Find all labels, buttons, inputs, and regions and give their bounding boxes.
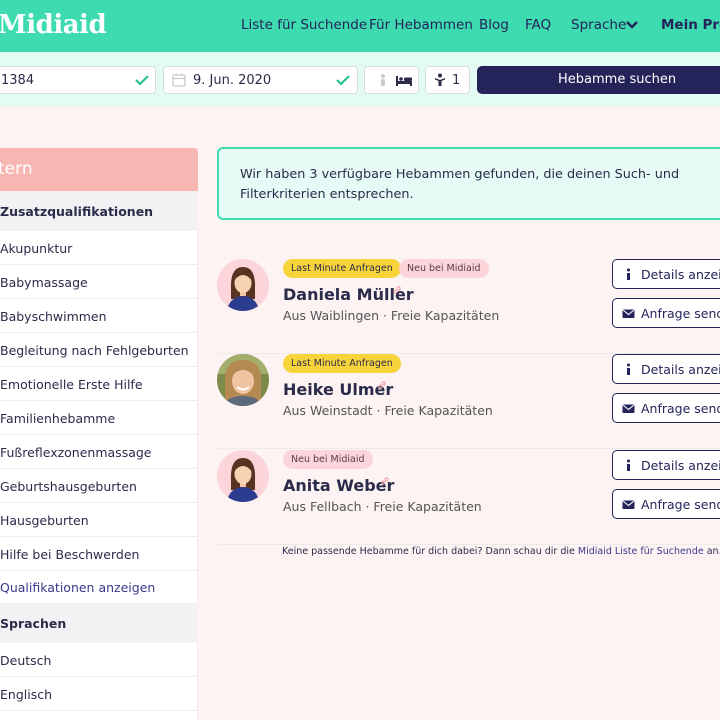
- filter-item-englisch[interactable]: Englisch: [0, 677, 198, 711]
- calendar-icon: [172, 73, 186, 87]
- filter-title: tern: [0, 159, 33, 179]
- filter-item-hausgeburten[interactable]: Hausgeburten: [0, 503, 198, 537]
- filter-item-hilfe-bei-beschwerden[interactable]: Hilfe bei Beschwerden: [0, 537, 198, 571]
- badge-last-minute: Last Minute Anfragen: [283, 259, 401, 278]
- midwife-location: Aus Waiblingen · Freie Kapazitäten: [283, 308, 500, 323]
- midwife-card-daniela-mueller: Last Minute Anfragen Neu bei Midiaid Dan…: [217, 259, 720, 354]
- badge-neu-bei-midiaid: Neu bei Midiaid: [283, 450, 373, 469]
- avatar[interactable]: [217, 354, 269, 406]
- badge-neu-bei-midiaid: Neu bei Midiaid: [399, 259, 489, 278]
- care-type-selector[interactable]: [364, 66, 419, 94]
- chevron-down-icon[interactable]: [626, 20, 638, 30]
- link-icon[interactable]: [392, 285, 402, 295]
- filter-item-begleitung-nach-fehlgeburten[interactable]: Begleitung nach Fehlgeburten: [0, 333, 198, 367]
- filter-header: tern: [0, 148, 198, 191]
- envelope-icon: [622, 309, 635, 318]
- nav-fuer-hebammen[interactable]: Für Hebammen: [369, 17, 473, 33]
- midiaid-logo[interactable]: Midiaid: [0, 10, 107, 40]
- results-info-box: Wir haben 3 verfügbare Hebammen gefunden…: [217, 147, 720, 220]
- check-icon: [336, 75, 350, 86]
- suchende-list-link[interactable]: Midiaid Liste für Suchende: [578, 546, 704, 557]
- filter-item-babyschwimmen[interactable]: Babyschwimmen: [0, 299, 198, 333]
- nav-blog[interactable]: Blog: [479, 17, 509, 33]
- bed-icon: [396, 76, 412, 86]
- nav-faq[interactable]: FAQ: [525, 17, 551, 33]
- link-icon[interactable]: [377, 380, 387, 390]
- person-icon: [381, 74, 385, 86]
- results-info-text: Wir haben 3 verfügbare Hebammen gefunden…: [240, 167, 680, 202]
- baby-icon: [435, 73, 445, 86]
- date-value: 9. Jun. 2020: [193, 73, 272, 88]
- nav-mein-profil[interactable]: Mein Profi: [661, 17, 720, 33]
- link-icon[interactable]: [380, 476, 390, 486]
- search-button-label: Hebamme suchen: [558, 72, 677, 87]
- midwife-card-anita-weber: Neu bei Midiaid Anita Weber Aus Fellbach…: [217, 450, 720, 545]
- filter-item-akupunktur[interactable]: Akupunktur: [0, 231, 198, 265]
- filter-item-fussreflexzonenmassage[interactable]: Fußreflexzonenmassage: [0, 435, 198, 469]
- request-button[interactable]: Anfrage send: [612, 489, 720, 519]
- details-button[interactable]: Details anzeig: [612, 450, 720, 480]
- envelope-icon: [622, 404, 635, 413]
- section-sprachen[interactable]: Sprachen: [0, 603, 198, 643]
- info-icon: [627, 459, 630, 471]
- filter-item-babymassage[interactable]: Babymassage: [0, 265, 198, 299]
- details-button[interactable]: Details anzeig: [612, 259, 720, 289]
- envelope-icon: [622, 500, 635, 509]
- children-count-value: 1: [452, 73, 461, 88]
- date-input[interactable]: 9. Jun. 2020: [163, 66, 358, 94]
- badge-last-minute: Last Minute Anfragen: [283, 354, 401, 373]
- postcode-input[interactable]: 1384: [0, 66, 156, 94]
- filter-item-emotionelle-erste-hilfe[interactable]: Emotionelle Erste Hilfe: [0, 367, 198, 401]
- request-button[interactable]: Anfrage send: [612, 298, 720, 328]
- filter-item-geburtshausgeburten[interactable]: Geburtshausgeburten: [0, 469, 198, 503]
- midwife-location: Aus Fellbach · Freie Kapazitäten: [283, 499, 482, 514]
- no-match-footnote: Keine passende Hebamme für dich dabei? D…: [282, 546, 720, 557]
- hebamme-suchen-button[interactable]: Hebamme suchen: [477, 66, 720, 94]
- section-zusatzqualifikationen[interactable]: Zusatzqualifikationen: [0, 191, 198, 231]
- info-icon: [627, 363, 630, 375]
- nav-sprache[interactable]: Sprache: [571, 17, 626, 33]
- avatar[interactable]: [217, 450, 269, 502]
- postcode-value: 1384: [1, 73, 35, 88]
- check-icon: [135, 75, 149, 86]
- show-qualifications-link[interactable]: Qualifikationen anzeigen: [0, 570, 198, 604]
- request-button[interactable]: Anfrage send: [612, 393, 720, 423]
- section-title: Sprachen: [0, 616, 67, 631]
- nav-liste-fuer-suchende[interactable]: Liste für Suchende: [241, 17, 367, 33]
- avatar[interactable]: [217, 259, 269, 311]
- midwife-location: Aus Weinstadt · Freie Kapazitäten: [283, 403, 493, 418]
- info-icon: [627, 268, 630, 280]
- midwife-name[interactable]: Anita Weber: [283, 476, 394, 495]
- top-navigation-bar: Midiaid Liste für Suchende Für Hebammen …: [0, 0, 720, 52]
- midwife-card-heike-ulmer: Last Minute Anfragen Heike Ulmer Aus Wei…: [217, 354, 720, 449]
- children-count-selector[interactable]: 1: [425, 66, 470, 94]
- filter-item-familienhebamme[interactable]: Familienhebamme: [0, 401, 198, 435]
- filter-item-deutsch[interactable]: Deutsch: [0, 643, 198, 677]
- details-button[interactable]: Details anzeig: [612, 354, 720, 384]
- section-title: Zusatzqualifikationen: [0, 204, 154, 219]
